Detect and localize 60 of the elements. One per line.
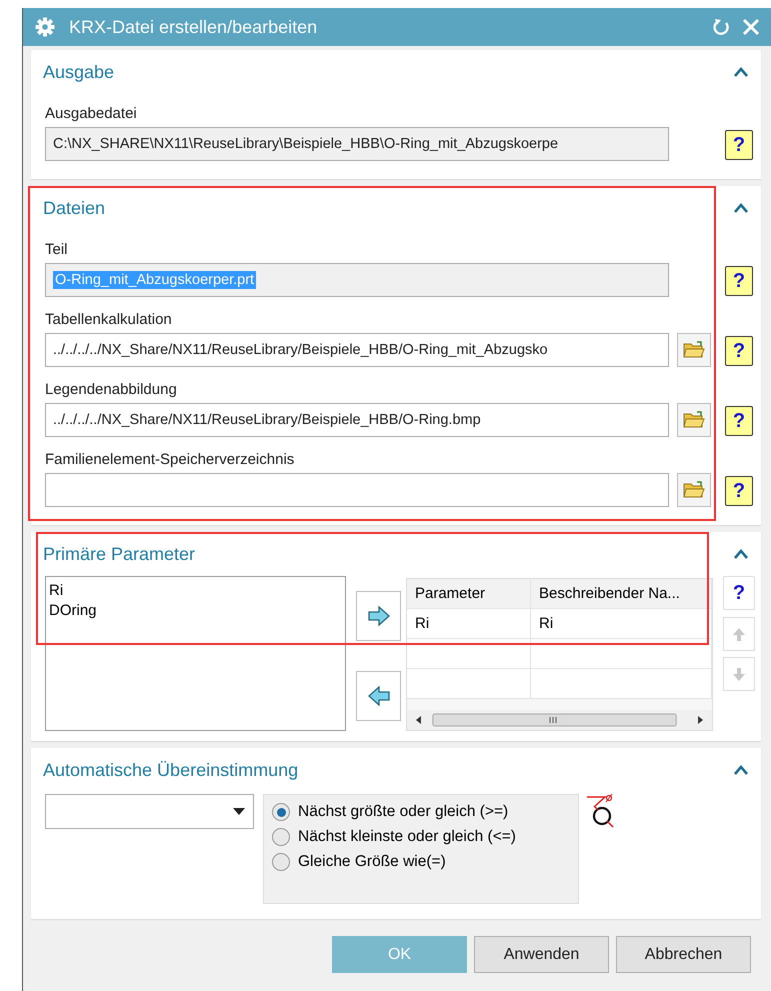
folder-icon <box>683 481 705 499</box>
close-icon[interactable] <box>741 17 761 37</box>
field-label: Teil <box>45 241 69 258</box>
input-field[interactable]: ../../../../NX_Share/NX11/ReuseLibrary/Beispiele_HBB/O-Ring_mit_Abzugsko <box>45 333 669 367</box>
help-button[interactable]: ? <box>725 266 753 296</box>
dropdown[interactable] <box>45 794 254 829</box>
add-button[interactable] <box>356 591 401 641</box>
section-title[interactable]: Dateien <box>43 198 106 218</box>
radio-option[interactable]: Nächst größte oder gleich (>=) <box>272 803 578 821</box>
folder-icon <box>683 411 705 429</box>
section-title[interactable]: Ausgabe <box>43 62 114 82</box>
window-title: KRX-Datei erstellen/bearbeiten <box>69 16 318 38</box>
list-item[interactable]: DOring <box>49 601 342 621</box>
column-header[interactable]: Parameter <box>407 579 531 608</box>
field-label: Familienelement-Speicherverzeichnis <box>45 451 296 468</box>
help-button[interactable]: ? <box>723 576 755 610</box>
section-title[interactable]: Primäre Parameter <box>43 544 196 564</box>
column-header[interactable]: Beschreibender Na... <box>531 579 712 608</box>
radio-option[interactable]: Gleiche Größe wie(=) <box>272 853 578 871</box>
radio-button[interactable] <box>272 828 290 846</box>
collapse-chevron-icon[interactable] <box>733 763 749 777</box>
table-cell: Ri <box>531 609 712 638</box>
down-arrow-icon <box>731 666 747 682</box>
radio-label: Nächst kleinste oder gleich (<=) <box>298 828 516 846</box>
reset-icon[interactable] <box>711 17 731 37</box>
field-label: Ausgabedatei <box>45 105 138 122</box>
input-field[interactable] <box>45 473 669 507</box>
radio-label: Nächst größte oder gleich (>=) <box>298 803 508 821</box>
section-title[interactable]: Automatische Übereinstimmung <box>43 760 298 780</box>
right-arrow-icon <box>366 606 390 626</box>
radio-option[interactable]: Nächst kleinste oder gleich (<=) <box>272 828 578 846</box>
list-item[interactable]: Ri <box>49 581 342 601</box>
radio-button[interactable] <box>272 853 290 871</box>
table-cell: Ri <box>407 609 531 638</box>
dropdown-caret-icon <box>233 808 245 815</box>
remove-button[interactable] <box>356 671 401 721</box>
folder-icon <box>683 341 705 359</box>
browse-button[interactable] <box>677 403 711 437</box>
dialog-button[interactable]: Abbrechen <box>616 936 751 973</box>
field-label: Tabellenkalkulation <box>45 311 173 328</box>
radio-button[interactable] <box>272 803 290 821</box>
field-label: Legendenabbildung <box>45 381 178 398</box>
input-field[interactable]: ../../../../NX_Share/NX11/ReuseLibrary/Beispiele_HBB/O-Ring.bmp <box>45 403 669 437</box>
browse-button[interactable] <box>677 333 711 367</box>
horizontal-scrollbar[interactable] <box>407 710 712 730</box>
input-field[interactable]: C:\NX_SHARE\NX11\ReuseLibrary\Beispiele_HBB\O-Ring_mit_Abzugskoerpe <box>45 127 669 161</box>
browse-button[interactable] <box>677 473 711 507</box>
radio-label: Gleiche Größe wie(=) <box>298 853 446 871</box>
help-button[interactable]: ? <box>725 336 753 366</box>
gear-icon <box>35 17 55 37</box>
dialog-button[interactable]: Anwenden <box>474 936 609 973</box>
collapse-chevron-icon[interactable] <box>733 201 749 215</box>
help-button[interactable]: ? <box>725 130 753 160</box>
up-arrow-icon <box>731 626 747 642</box>
help-button[interactable]: ? <box>725 476 753 506</box>
help-button[interactable]: ? <box>725 406 753 436</box>
left-arrow-icon <box>366 686 390 706</box>
collapse-chevron-icon[interactable] <box>733 547 749 561</box>
collapse-chevron-icon[interactable] <box>733 65 749 79</box>
selected-text: O-Ring_mit_Abzugskoerper.prt <box>53 271 256 289</box>
